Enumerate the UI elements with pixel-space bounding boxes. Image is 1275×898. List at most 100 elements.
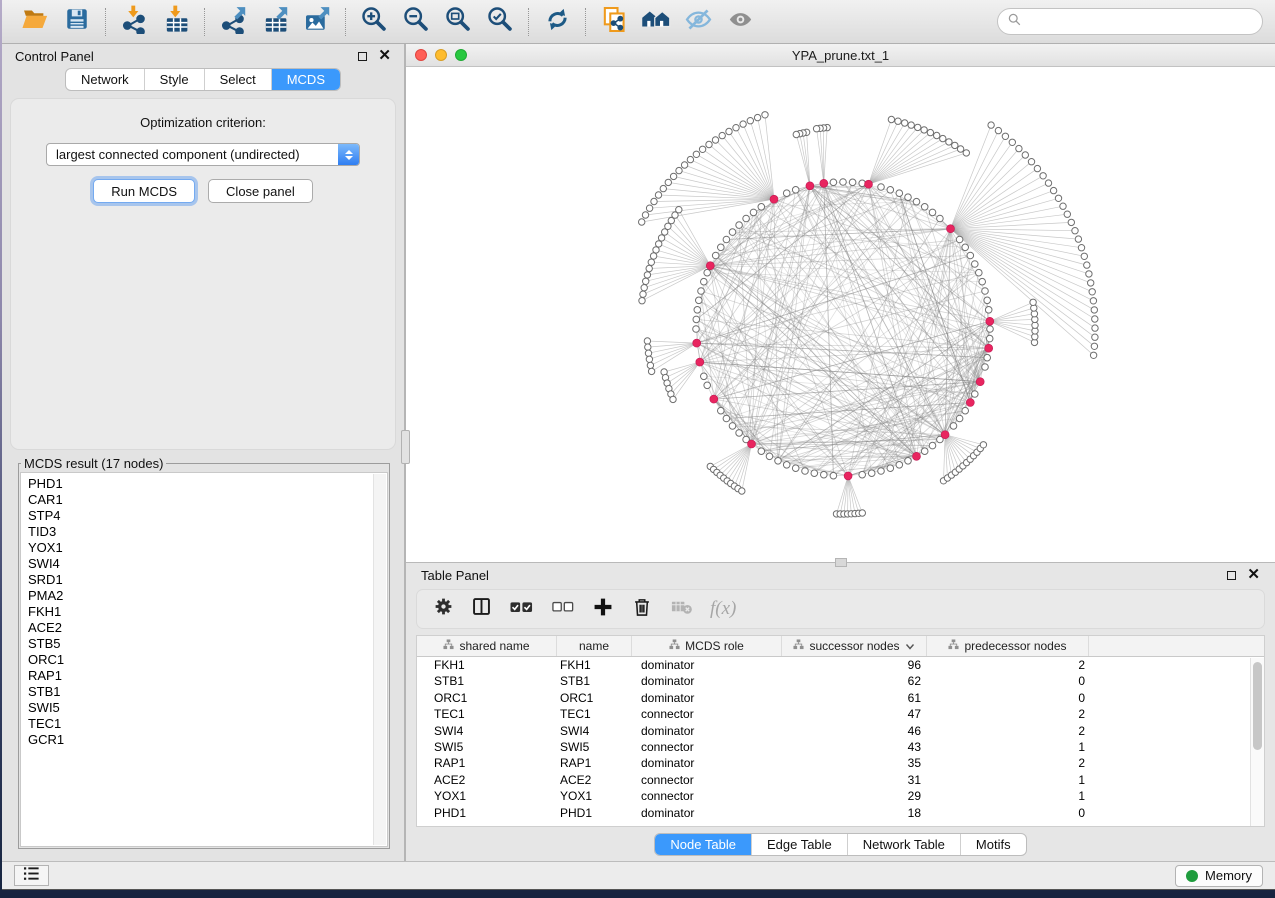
- network-hub-node[interactable]: [693, 339, 701, 347]
- network-node[interactable]: [976, 269, 983, 276]
- window-close-icon[interactable]: [415, 49, 427, 61]
- network-node[interactable]: [1092, 325, 1098, 331]
- network-node[interactable]: [1090, 352, 1096, 358]
- network-node[interactable]: [681, 162, 687, 168]
- network-hub-node[interactable]: [966, 399, 974, 407]
- network-node[interactable]: [988, 122, 994, 128]
- network-node[interactable]: [896, 190, 903, 197]
- network-node[interactable]: [956, 415, 963, 422]
- network-node[interactable]: [1030, 299, 1036, 305]
- list-item[interactable]: ORC1: [28, 652, 387, 668]
- network-node[interactable]: [762, 112, 768, 118]
- network-node[interactable]: [972, 261, 979, 268]
- network-hub-node[interactable]: [710, 395, 718, 403]
- table-row[interactable]: SWI4SWI4dominator462: [417, 723, 1264, 739]
- list-item[interactable]: STB5: [28, 636, 387, 652]
- network-node[interactable]: [704, 269, 711, 276]
- network-node[interactable]: [987, 326, 994, 333]
- refresh-button[interactable]: [536, 5, 578, 39]
- list-item[interactable]: YOX1: [28, 540, 387, 556]
- network-node[interactable]: [1009, 139, 1015, 145]
- network-node[interactable]: [950, 423, 957, 430]
- network-node[interactable]: [687, 156, 693, 162]
- network-hub-node[interactable]: [748, 440, 756, 448]
- network-node[interactable]: [660, 185, 666, 191]
- show-graphics-details-button[interactable]: [719, 5, 761, 39]
- network-node[interactable]: [665, 179, 671, 185]
- network-node[interactable]: [963, 150, 969, 156]
- import-table-button[interactable]: [155, 5, 197, 39]
- network-node[interactable]: [642, 212, 648, 218]
- network-node[interactable]: [640, 291, 646, 297]
- network-canvas[interactable]: [406, 67, 1275, 562]
- network-node[interactable]: [905, 194, 912, 201]
- network-node[interactable]: [656, 241, 662, 247]
- network-hub-node[interactable]: [913, 452, 921, 460]
- network-node[interactable]: [644, 272, 650, 278]
- network-node[interactable]: [972, 391, 979, 398]
- network-node[interactable]: [701, 278, 708, 285]
- network-node[interactable]: [646, 265, 652, 271]
- table-row[interactable]: YOX1YOX1connector291: [417, 788, 1264, 804]
- network-node[interactable]: [946, 139, 952, 145]
- network-node[interactable]: [750, 209, 757, 216]
- network-hub-node[interactable]: [976, 378, 984, 386]
- tab-node-table[interactable]: Node Table: [655, 834, 751, 855]
- list-item[interactable]: STP4: [28, 508, 387, 524]
- network-node[interactable]: [1092, 316, 1098, 322]
- network-node[interactable]: [1092, 334, 1098, 340]
- first-neighbors-button[interactable]: [635, 5, 677, 39]
- network-hub-node[interactable]: [947, 225, 955, 233]
- network-node[interactable]: [766, 453, 773, 460]
- network-node[interactable]: [729, 423, 736, 430]
- network-node[interactable]: [693, 151, 699, 157]
- network-node[interactable]: [985, 307, 992, 314]
- network-node[interactable]: [821, 471, 828, 478]
- network-node[interactable]: [736, 222, 743, 229]
- network-node[interactable]: [962, 244, 969, 251]
- network-node[interactable]: [719, 132, 725, 138]
- network-node[interactable]: [1078, 245, 1084, 251]
- network-node[interactable]: [868, 470, 875, 477]
- search-input[interactable]: [1028, 14, 1253, 29]
- float-panel-icon[interactable]: [358, 52, 367, 61]
- list-item[interactable]: GCR1: [28, 732, 387, 748]
- network-node[interactable]: [802, 468, 809, 475]
- network-node[interactable]: [736, 430, 743, 437]
- network-node[interactable]: [645, 350, 651, 356]
- network-node[interactable]: [934, 132, 940, 138]
- network-node[interactable]: [648, 368, 654, 374]
- delete-column-button[interactable]: [631, 596, 653, 623]
- list-item[interactable]: SWI5: [28, 700, 387, 716]
- network-node[interactable]: [733, 125, 739, 131]
- save-session-button[interactable]: [56, 5, 98, 39]
- search-box[interactable]: [997, 8, 1263, 35]
- list-item[interactable]: ACE2: [28, 620, 387, 636]
- network-node[interactable]: [878, 184, 885, 191]
- network-hub-node[interactable]: [770, 195, 778, 203]
- table-settings-button[interactable]: [433, 596, 454, 622]
- list-item[interactable]: SRD1: [28, 572, 387, 588]
- table-row[interactable]: RAP1RAP1dominator352: [417, 755, 1264, 771]
- network-node[interactable]: [995, 127, 1001, 133]
- table-row[interactable]: SWI5SWI5connector431: [417, 739, 1264, 755]
- network-node[interactable]: [651, 198, 657, 204]
- list-item[interactable]: RAP1: [28, 668, 387, 684]
- network-node[interactable]: [783, 462, 790, 469]
- network-node[interactable]: [913, 198, 920, 205]
- tab-network[interactable]: Network: [66, 69, 144, 90]
- network-hub-node[interactable]: [806, 182, 814, 190]
- network-node[interactable]: [696, 297, 703, 304]
- network-node[interactable]: [699, 146, 705, 152]
- network-node[interactable]: [921, 127, 927, 133]
- close-table-panel-icon[interactable]: ✕: [1247, 570, 1260, 580]
- network-node[interactable]: [712, 252, 719, 259]
- list-item[interactable]: FKH1: [28, 604, 387, 620]
- network-hub-node[interactable]: [941, 431, 949, 439]
- network-node[interactable]: [1090, 298, 1096, 304]
- network-node[interactable]: [792, 465, 799, 472]
- select-all-columns-button[interactable]: [509, 596, 534, 623]
- import-network-button[interactable]: [113, 5, 155, 39]
- hide-graphics-details-button[interactable]: [677, 5, 719, 39]
- network-node[interactable]: [937, 215, 944, 222]
